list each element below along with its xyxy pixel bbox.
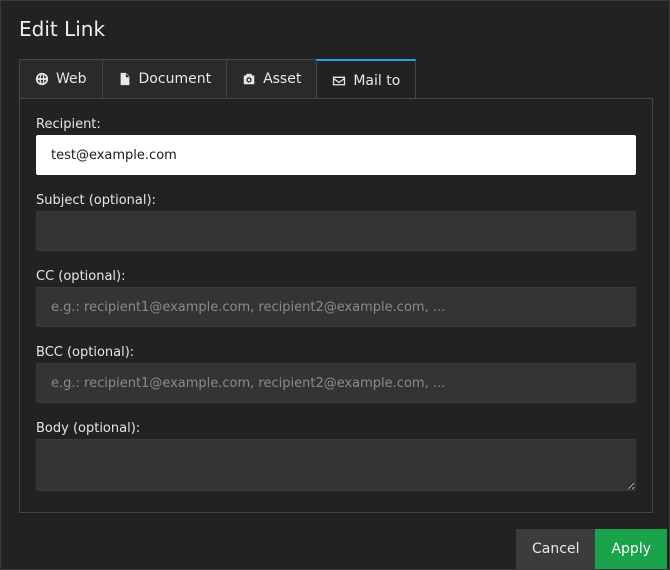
cc-input[interactable] (36, 287, 636, 327)
tab-mail-to[interactable]: Mail to (316, 59, 417, 100)
apply-button[interactable]: Apply (595, 529, 667, 569)
tab-mail-to-label: Mail to (353, 72, 401, 89)
cancel-button[interactable]: Cancel (516, 529, 596, 569)
tab-web-label: Web (56, 71, 87, 87)
mail-to-panel: Recipient: Subject (optional): CC (optio… (19, 98, 653, 513)
recipient-input[interactable] (36, 135, 636, 175)
subject-input[interactable] (36, 211, 636, 251)
bcc-input[interactable] (36, 363, 636, 403)
tab-asset[interactable]: Asset (226, 59, 317, 99)
camera-icon (242, 72, 256, 86)
edit-link-dialog: Edit Link Web Document Asset Mail to Rec… (0, 0, 670, 570)
envelope-icon (332, 74, 346, 88)
document-icon (118, 72, 132, 86)
dialog-actions: Cancel Apply (516, 529, 667, 569)
globe-icon (35, 72, 49, 86)
tab-document-label: Document (138, 71, 212, 87)
dialog-title: Edit Link (19, 17, 106, 41)
tab-document[interactable]: Document (101, 59, 227, 99)
tab-asset-label: Asset (263, 71, 302, 87)
body-textarea[interactable] (36, 439, 636, 491)
cc-label: CC (optional): (36, 269, 126, 284)
recipient-label: Recipient: (36, 117, 101, 132)
tab-bar: Web Document Asset Mail to (19, 59, 417, 100)
bcc-label: BCC (optional): (36, 345, 135, 360)
body-label: Body (optional): (36, 421, 141, 436)
subject-label: Subject (optional): (36, 193, 156, 208)
tab-web[interactable]: Web (19, 59, 102, 99)
